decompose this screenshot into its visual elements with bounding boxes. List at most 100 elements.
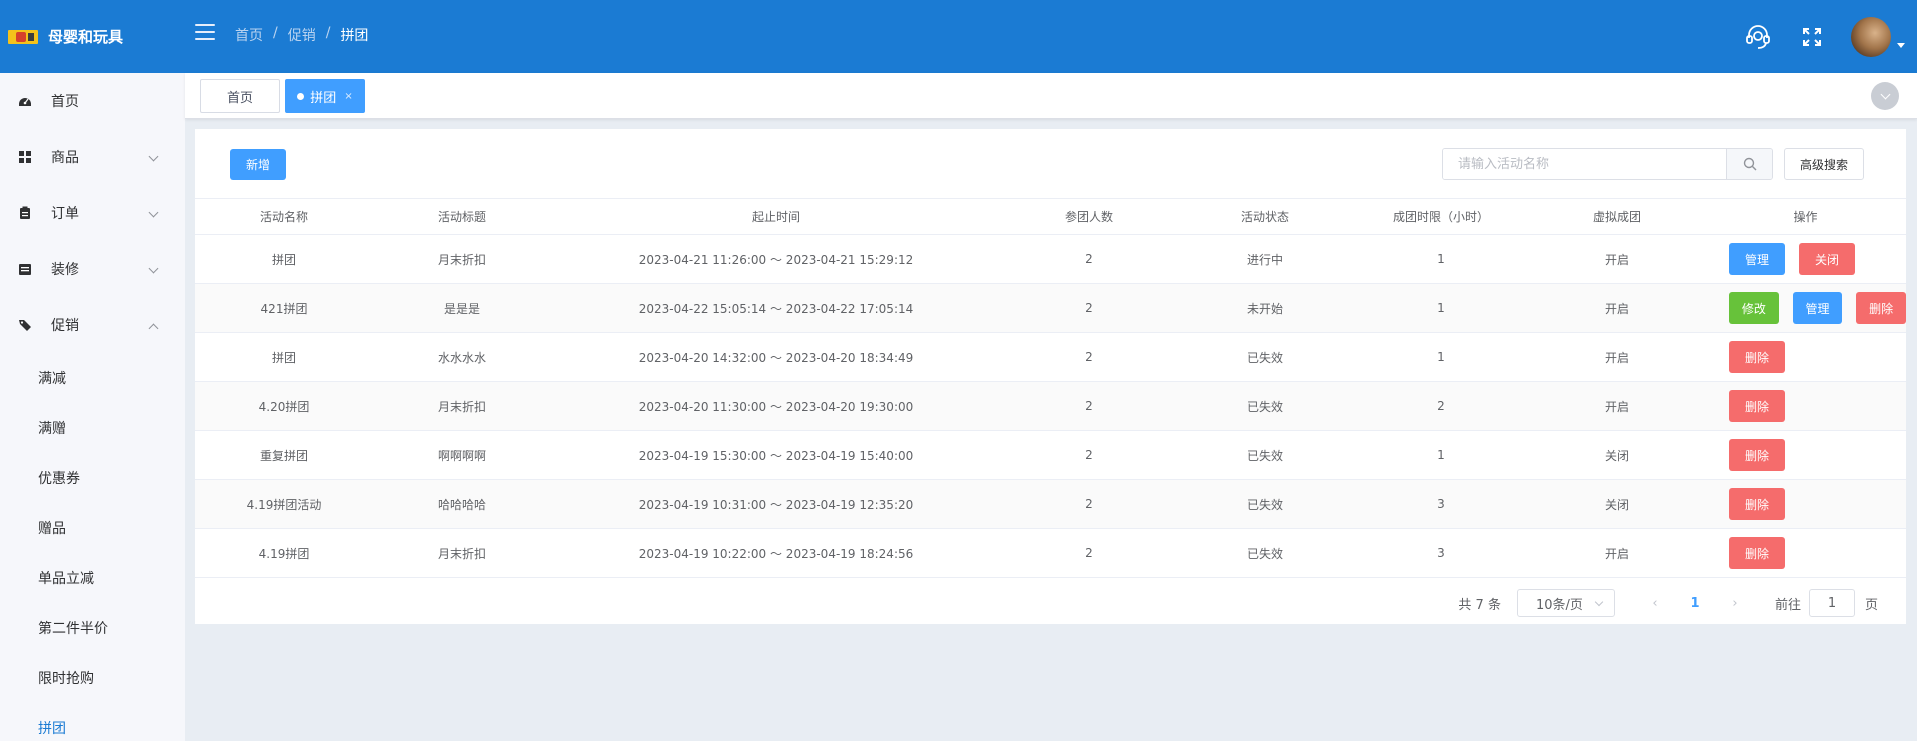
chevron-down-icon (1594, 597, 1604, 607)
cell-actions: 修改 管理 删除 (1705, 283, 1907, 333)
search-button[interactable] (1726, 149, 1772, 179)
manage-button[interactable]: 管理 (1729, 243, 1785, 275)
tags-view-bar: 首页 拼团 × (185, 73, 1917, 119)
page-number-1[interactable]: 1 (1671, 596, 1719, 611)
search-box (1442, 148, 1773, 180)
chevron-down-icon (1880, 89, 1890, 99)
cell-virtual-group: 关闭 (1529, 479, 1705, 529)
column-header: 参团人数 (1001, 198, 1177, 235)
dashboard-icon (18, 94, 32, 108)
cell-member-count: 2 (1001, 430, 1177, 480)
tag-icon (18, 318, 32, 332)
tab-home[interactable]: 首页 (200, 79, 280, 113)
tab-group-buy[interactable]: 拼团 × (285, 79, 365, 113)
customer-service-icon[interactable] (1743, 22, 1773, 52)
table-row: 拼团 月末折扣 2023-04-21 11:26:00 ～ 2023-04-21 1… (195, 234, 1906, 284)
grid-icon (18, 150, 32, 164)
sidebar-item-label: 订单 (51, 206, 79, 222)
page-size-select[interactable]: 10条/页 (1516, 589, 1615, 617)
app-title: 母婴和玩具 (48, 28, 124, 46)
cell-time-range: 2023-04-22 15:05:14 ～ 2023-04-22 17:05:1… (551, 283, 1001, 333)
clipboard-icon (18, 206, 32, 220)
cell-activity-title: 月末折扣 (373, 234, 551, 284)
cell-status: 进行中 (1177, 234, 1353, 284)
cell-virtual-group: 开启 (1529, 283, 1705, 333)
sidebar-subitem-coupon[interactable]: 优惠券 (0, 453, 185, 503)
advanced-search-button[interactable]: 高级搜索 (1784, 148, 1864, 180)
breadcrumb-home[interactable]: 首页 (235, 25, 263, 45)
sidebar-item-promotion[interactable]: 促销 (0, 297, 185, 353)
cell-activity-name: 4.20拼团 (195, 381, 373, 431)
tabs-dropdown-button[interactable] (1871, 82, 1899, 110)
breadcrumb: 首页 / 促销 / 拼团 (235, 25, 368, 45)
sidebar: 首页 商品 订单 装修 促销 满减 满赠 优惠券 赠品 单品立减 第二件半价 限… (0, 73, 185, 741)
cell-time-limit: 3 (1353, 528, 1529, 578)
cell-status: 已失效 (1177, 479, 1353, 529)
sidebar-subitem-single-discount[interactable]: 单品立减 (0, 553, 185, 603)
tab-label: 拼团 (310, 90, 337, 106)
sidebar-item-label: 商品 (51, 150, 79, 166)
add-button[interactable]: 新增 (230, 149, 286, 180)
sidebar-subitem-full-gift[interactable]: 满赠 (0, 403, 185, 453)
sidebar-subitem-flash-sale[interactable]: 限时抢购 (0, 653, 185, 703)
cell-activity-name: 重复拼团 (195, 430, 373, 480)
chevron-up-icon (148, 323, 159, 334)
sidebar-subitem-group-buy[interactable]: 拼团 (0, 703, 185, 741)
menu-toggle-icon[interactable] (195, 24, 215, 40)
sidebar-subitem-second-half-price[interactable]: 第二件半价 (0, 603, 185, 653)
delete-button[interactable]: 删除 (1729, 537, 1785, 569)
top-header: 母婴和玩具 首页 / 促销 / 拼团 (0, 0, 1917, 73)
cell-time-limit: 1 (1353, 283, 1529, 333)
delete-button[interactable]: 删除 (1729, 341, 1785, 373)
cell-actions: 删除 (1705, 479, 1906, 529)
cell-activity-title: 哈哈哈哈 (373, 479, 551, 529)
sidebar-item-home[interactable]: 首页 (0, 73, 185, 129)
cell-time-range: 2023-04-20 14:32:00 ～ 2023-04-20 18:34:4… (551, 332, 1001, 382)
cell-time-limit: 1 (1353, 234, 1529, 284)
sidebar-item-goods[interactable]: 商品 (0, 129, 185, 185)
prev-page-button[interactable]: ‹ (1639, 596, 1671, 611)
cell-member-count: 2 (1001, 234, 1177, 284)
sidebar-item-orders[interactable]: 订单 (0, 185, 185, 241)
delete-button[interactable]: 删除 (1856, 292, 1907, 324)
close-activity-button[interactable]: 关闭 (1799, 243, 1855, 275)
goto-page-input[interactable] (1808, 589, 1855, 617)
cell-actions: 删除 (1705, 332, 1906, 382)
delete-button[interactable]: 删除 (1729, 390, 1785, 422)
sidebar-subitem-gift[interactable]: 赠品 (0, 503, 185, 553)
close-icon[interactable]: × (344, 91, 352, 102)
brand[interactable]: 母婴和玩具 (0, 0, 185, 73)
next-page-button[interactable]: › (1719, 596, 1751, 611)
sidebar-item-decoration[interactable]: 装修 (0, 241, 185, 297)
pagination: 共 7 条 10条/页 ‹ 1 › 前往 页 (195, 588, 1906, 618)
cell-activity-name: 421拼团 (195, 283, 373, 333)
chevron-down-icon (148, 151, 159, 162)
app-logo-icon (8, 29, 38, 44)
search-input[interactable] (1443, 149, 1726, 179)
sidebar-subitem-full-reduction[interactable]: 满减 (0, 353, 185, 403)
breadcrumb-separator: / (273, 25, 278, 41)
store-icon (18, 262, 32, 276)
manage-button[interactable]: 管理 (1792, 292, 1843, 324)
cell-time-limit: 2 (1353, 381, 1529, 431)
breadcrumb-promotion[interactable]: 促销 (288, 25, 316, 45)
column-header: 成团时限（小时） (1353, 198, 1529, 235)
cell-virtual-group: 开启 (1529, 234, 1705, 284)
cell-status: 已失效 (1177, 332, 1353, 382)
cell-activity-name: 4.19拼团 (195, 528, 373, 578)
cell-time-limit: 3 (1353, 479, 1529, 529)
delete-button[interactable]: 删除 (1729, 488, 1785, 520)
fullscreen-icon[interactable] (1797, 22, 1827, 52)
edit-button[interactable]: 修改 (1729, 292, 1779, 324)
activity-table: 活动名称 活动标题 起止时间 参团人数 活动状态 成团时限（小时） 虚拟成团 操… (195, 198, 1907, 578)
active-dot-icon (297, 92, 305, 100)
column-header: 活动名称 (195, 198, 373, 235)
cell-time-limit: 1 (1353, 332, 1529, 382)
cell-member-count: 2 (1001, 283, 1177, 333)
delete-button[interactable]: 删除 (1729, 439, 1785, 471)
breadcrumb-separator: / (325, 25, 331, 41)
chevron-down-icon (148, 263, 159, 274)
cell-actions: 删除 (1705, 430, 1906, 480)
caret-down-icon[interactable] (1897, 43, 1905, 48)
user-avatar[interactable] (1851, 16, 1891, 57)
